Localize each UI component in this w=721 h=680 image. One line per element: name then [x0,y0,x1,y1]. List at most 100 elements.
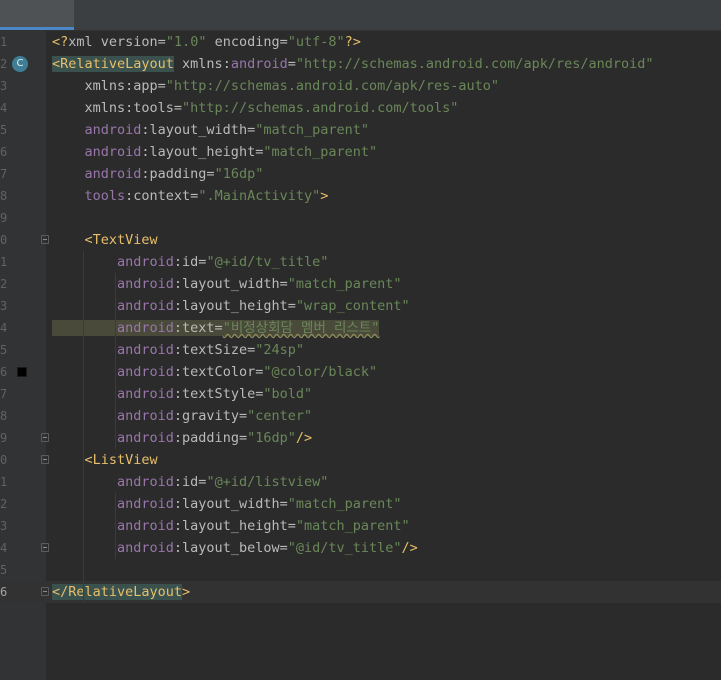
code-token: /> [401,540,418,556]
code-token: </RelativeLayout [52,584,183,600]
code-text: android:layout_below="@id/tv_title"/> [52,537,418,559]
code-line[interactable]: 3 xmlns:app="http://schemas.android.com/… [0,75,721,97]
code-token: android [230,56,288,72]
code-line[interactable]: 2 <RelativeLayout xmlns:android="http://s… [0,53,721,75]
code-token: android [52,254,174,270]
code-text: xmlns:tools="http://schemas.android.com/… [52,97,459,119]
line-number: 2 [0,497,8,511]
fold-toggle-icon[interactable] [41,455,49,464]
active-file-tab[interactable] [0,0,74,30]
code-line[interactable]: 7 android:textStyle="bold" [0,383,721,405]
code-token: android [52,518,174,534]
code-line[interactable]: 5 android:layout_width="match_parent" [0,119,721,141]
code-token: encoding [206,34,280,50]
code-token: <TextView [52,232,158,248]
code-token: xmlns:app= [52,78,166,94]
code-line[interactable]: 1 android:id="@+id/tv_title" [0,251,721,273]
code-line[interactable]: 6 android:layout_height="match_parent" [0,141,721,163]
fold-toggle-icon[interactable] [41,235,49,244]
code-text: android:layout_height="wrap_content" [52,295,410,317]
code-token: android [52,298,174,314]
code-line[interactable]: 2 android:layout_width="match_parent" [0,493,721,515]
code-line[interactable]: 1 <?xml version="1.0" encoding="utf-8"?> [0,31,721,53]
code-text: tools:context=".MainActivity"> [52,185,329,207]
code-line[interactable]: 4 android:layout_below="@id/tv_title"/> [0,537,721,559]
code-text: android:id="@+id/tv_title" [52,251,328,273]
code-token: :layout_width= [173,276,288,292]
code-line[interactable]: 0 <TextView [0,229,721,251]
code-text: <RelativeLayout xmlns:android="http://sc… [52,53,654,75]
code-line[interactable]: 8 android:gravity="center" [0,405,721,427]
line-number: 3 [0,519,8,533]
code-token: "wrap_content" [295,298,410,314]
code-line[interactable]: 1 android:id="@+id/listview" [0,471,721,493]
line-number: 6 [0,585,8,599]
code-token: android [52,408,174,424]
code-text: android:layout_height="match_parent" [52,515,410,537]
code-token: :layout_below= [173,540,288,556]
code-token: android [52,386,174,402]
code-text: <TextView [52,229,158,251]
code-line[interactable]: 2 android:layout_width="match_parent" [0,273,721,295]
code-token: "utf-8" [287,34,345,50]
line-number: 7 [0,387,8,401]
code-line[interactable]: 6 android:textColor="@color/black" [0,361,721,383]
code-text: android:padding="16dp" [52,163,264,185]
line-number: 5 [0,563,8,577]
code-text: android:textSize="24sp" [52,339,304,361]
code-token: android [52,474,174,490]
code-text: </RelativeLayout> [52,581,190,603]
code-token: android [52,430,174,446]
code-token: "16dp" [247,430,296,446]
line-number: 8 [0,189,8,203]
code-line[interactable]: 4 android:text="비정상회담 멤버 리스트" [0,317,721,339]
code-token: :textSize= [173,342,256,358]
line-number: 7 [0,167,8,181]
code-line[interactable]: 3 android:layout_height="wrap_content" [0,295,721,317]
code-token: :layout_height= [173,298,296,314]
code-line[interactable]: 7 android:padding="16dp" [0,163,721,185]
code-token: /> [295,430,313,446]
indent-guide [115,493,116,559]
fold-toggle-icon[interactable] [41,587,49,596]
code-token: > [182,584,191,600]
code-token: "비정상회담 멤버 리스트" [222,320,380,336]
code-token: android [52,364,174,380]
code-line[interactable]: 9 android:padding="16dp"/> [0,427,721,449]
code-token: "16dp" [214,166,264,182]
code-token: :id= [173,474,207,490]
code-line[interactable]: 8 tools:context=".MainActivity"> [0,185,721,207]
code-token: :text= [173,320,223,336]
code-text: android:text="비정상회담 멤버 리스트" [52,317,380,339]
line-number: 1 [0,475,8,489]
line-number: 8 [0,409,8,423]
code-token: "http://schemas.android.com/apk/res/andr… [295,56,654,72]
code-token: xmlns:tools= [52,100,183,116]
fold-toggle-icon[interactable] [41,433,49,442]
line-number: 4 [0,101,8,115]
code-line[interactable]: 0 <ListView [0,449,721,471]
code-line[interactable]: 5 android:textSize="24sp" [0,339,721,361]
code-token: > [320,188,329,204]
line-number: 4 [0,541,8,555]
code-text: <ListView [52,449,158,471]
line-number: 2 [0,277,8,291]
code-token: "@+id/tv_title" [206,254,329,270]
code-line[interactable]: 9 [0,207,721,229]
code-line[interactable]: 3 android:layout_height="match_parent" [0,515,721,537]
fold-toggle-icon[interactable] [41,543,49,552]
line-number: 9 [0,431,8,445]
code-line[interactable]: 5 [0,559,721,581]
code-token: "match_parent" [255,122,369,138]
code-token: :padding= [173,430,248,446]
code-token: ".MainActivity" [198,188,321,204]
line-number: 5 [0,123,8,137]
code-line[interactable]: 4 xmlns:tools="http://schemas.android.co… [0,97,721,119]
code-token: xmlns: [173,56,231,72]
code-token: ?> [344,34,361,50]
line-number: 2 [0,57,8,71]
code-text: <?xml version="1.0" encoding="utf-8"?> [52,31,361,53]
code-token: "center" [247,408,313,424]
code-line[interactable]: 6 </RelativeLayout> [0,581,721,603]
code-text: android:textStyle="bold" [52,383,312,405]
